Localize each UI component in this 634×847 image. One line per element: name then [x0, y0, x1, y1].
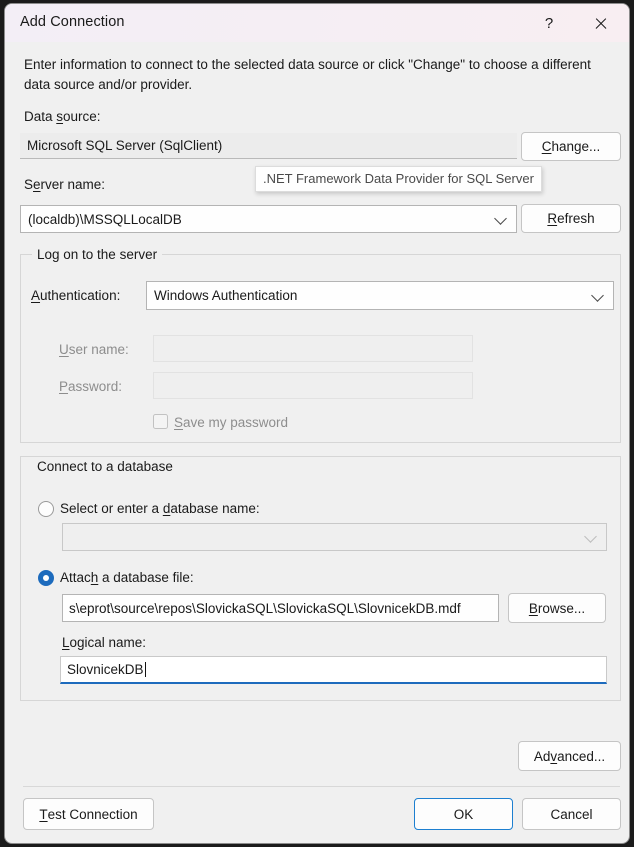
- change-button[interactable]: Change...: [521, 132, 621, 161]
- database-file-input[interactable]: s\eprot\source\repos\SlovickaSQL\Slovick…: [62, 594, 499, 622]
- ok-button[interactable]: OK: [414, 798, 513, 830]
- close-button[interactable]: [577, 4, 623, 42]
- password-input: [153, 372, 473, 399]
- authentication-value: Windows Authentication: [154, 288, 297, 303]
- save-password-label: Save my password: [174, 415, 288, 430]
- database-group-title: Connect to a database: [32, 459, 178, 474]
- test-connection-button[interactable]: Test Connection: [23, 798, 154, 830]
- advanced-button[interactable]: Advanced...: [518, 741, 621, 771]
- footer-divider: [23, 786, 620, 787]
- attach-database-label[interactable]: Attach a database file:: [60, 570, 194, 585]
- cancel-button[interactable]: Cancel: [522, 798, 621, 830]
- provider-tooltip: .NET Framework Data Provider for SQL Ser…: [255, 166, 542, 192]
- logical-name-input[interactable]: SlovnicekDB: [60, 656, 607, 684]
- text-caret: [145, 662, 146, 677]
- authentication-combo[interactable]: Windows Authentication: [146, 281, 614, 310]
- close-icon: [594, 17, 607, 30]
- refresh-button[interactable]: Refresh: [521, 204, 621, 233]
- logical-name-label: Logical name:: [62, 635, 146, 650]
- logical-name-value: SlovnicekDB: [67, 662, 144, 677]
- help-button[interactable]: ?: [526, 4, 572, 42]
- select-database-label[interactable]: Select or enter a database name:: [60, 501, 260, 516]
- username-input: [153, 335, 473, 362]
- server-name-combo[interactable]: (localdb)\MSSQLLocalDB: [20, 205, 517, 233]
- title-bar: Add Connection ?: [5, 4, 629, 42]
- server-name-label: Server name:: [24, 177, 105, 192]
- save-password-checkbox: [153, 414, 168, 429]
- question-mark-icon: ?: [545, 15, 553, 32]
- data-source-value: Microsoft SQL Server (SqlClient): [20, 133, 517, 159]
- intro-text: Enter information to connect to the sele…: [24, 55, 614, 95]
- password-label: Password:: [59, 379, 122, 394]
- data-source-label: Data source:: [24, 109, 101, 124]
- database-name-combo: [62, 523, 607, 551]
- add-connection-dialog: Add Connection ? Enter information to co…: [4, 3, 630, 844]
- chevron-down-icon: [584, 530, 597, 543]
- window-title: Add Connection: [20, 14, 125, 30]
- logon-group-title: Log on to the server: [32, 247, 162, 262]
- browse-button[interactable]: Browse...: [508, 593, 606, 623]
- chevron-down-icon: [591, 289, 604, 302]
- select-database-radio[interactable]: [38, 501, 54, 517]
- server-name-value: (localdb)\MSSQLLocalDB: [28, 212, 182, 227]
- chevron-down-icon: [494, 212, 507, 225]
- authentication-label: Authentication:: [31, 288, 120, 303]
- username-label: User name:: [59, 342, 129, 357]
- attach-database-radio[interactable]: [38, 570, 54, 586]
